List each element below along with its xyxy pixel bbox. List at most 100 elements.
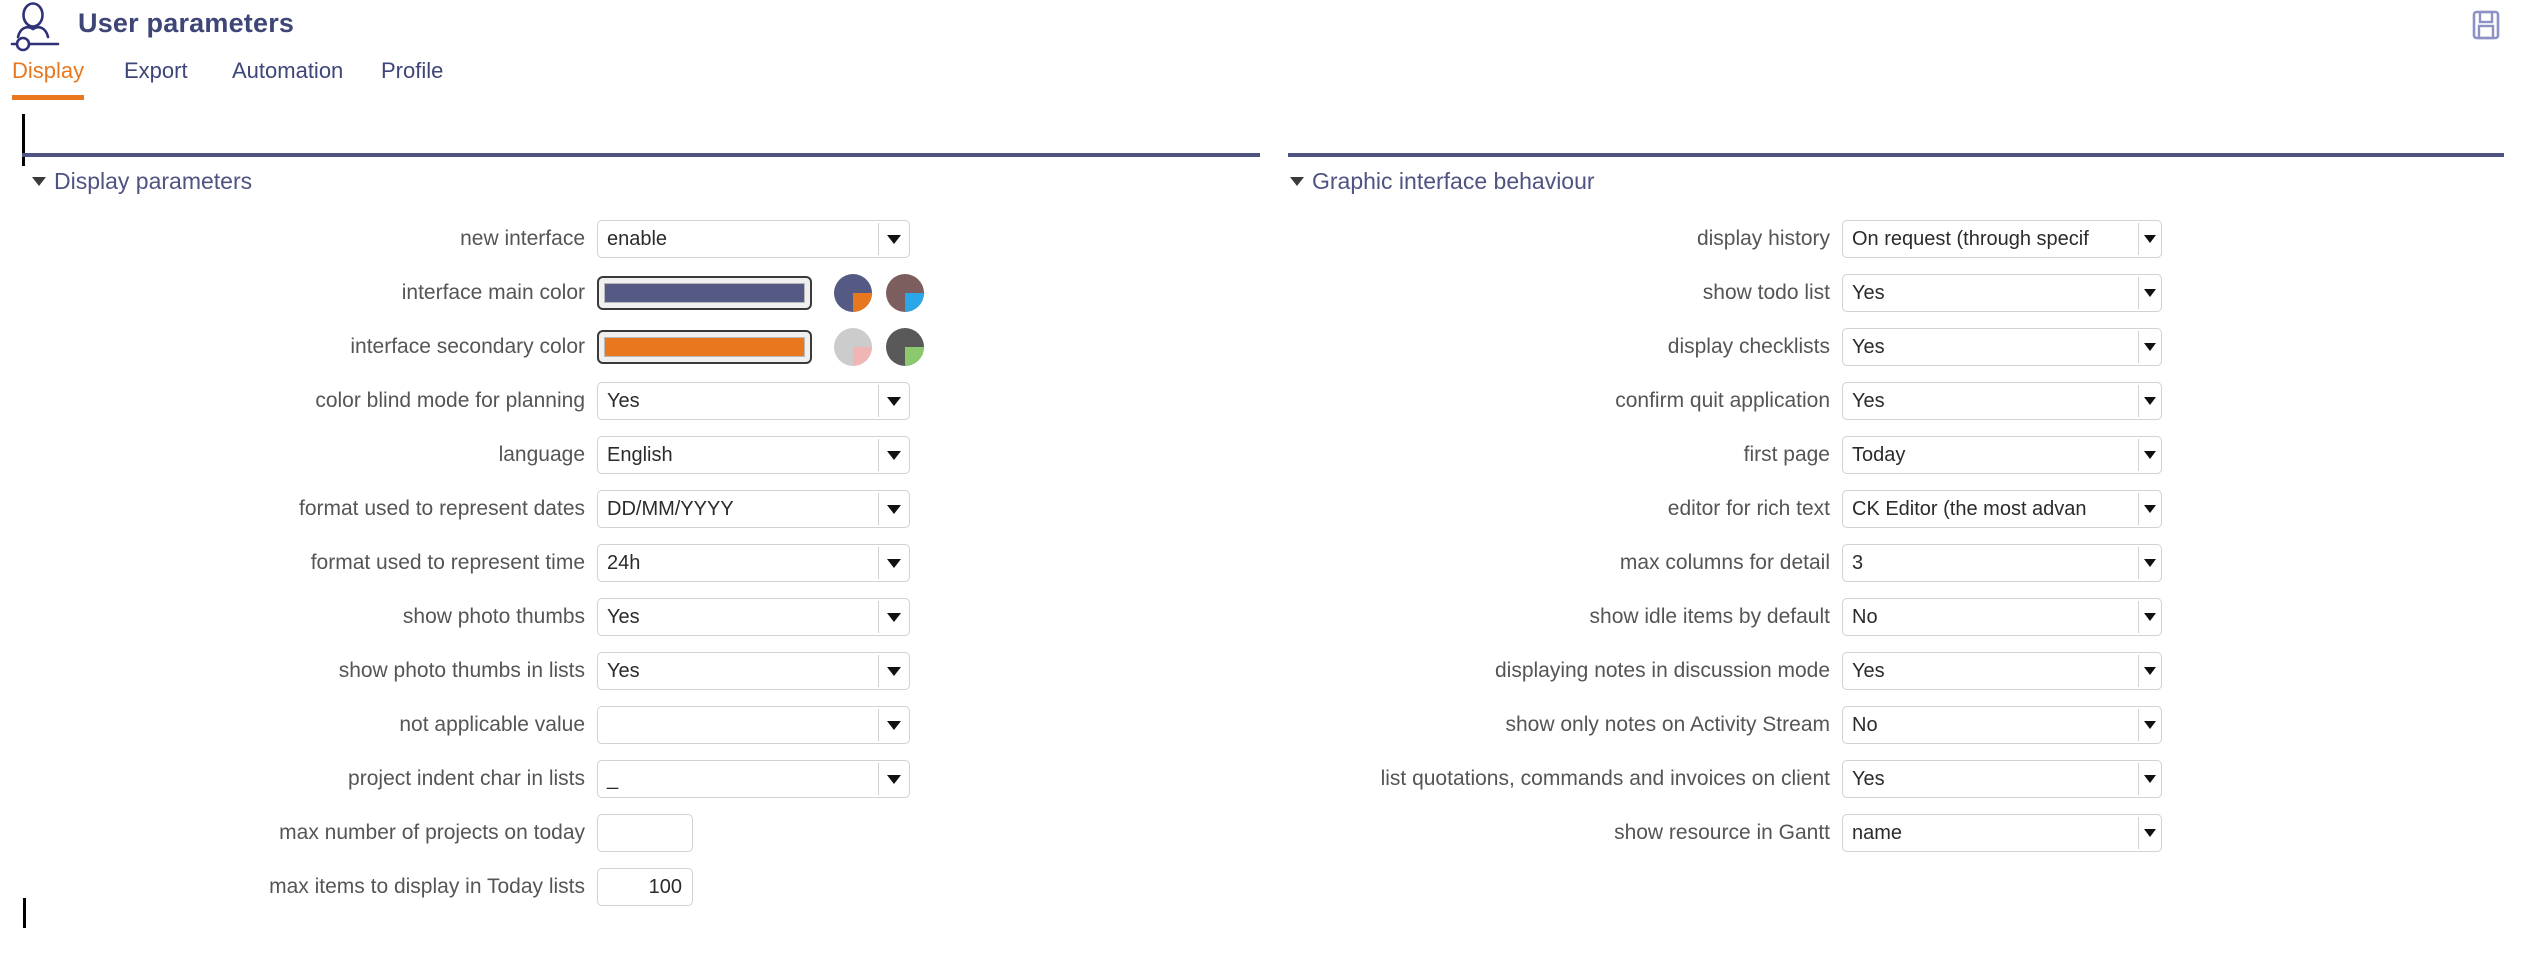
color-preset-grey-pink[interactable] xyxy=(834,328,872,366)
chevron-down-icon[interactable] xyxy=(2139,235,2161,243)
select-max-columns-for-detail[interactable]: 3 xyxy=(1842,544,2162,582)
color-presets-row-1 xyxy=(834,274,924,312)
select-show-resource-in-gantt[interactable]: name xyxy=(1842,814,2162,852)
select-value: Yes xyxy=(1843,390,2138,413)
chevron-down-icon[interactable] xyxy=(879,775,909,784)
select-notes-discussion-mode[interactable]: Yes xyxy=(1842,652,2162,690)
chevron-down-icon[interactable] xyxy=(2139,397,2161,405)
chevron-down-icon[interactable] xyxy=(879,721,909,730)
select-show-todo-list[interactable]: Yes xyxy=(1842,274,2162,312)
chevron-down-icon[interactable] xyxy=(2139,829,2161,837)
color-input-main[interactable] xyxy=(597,276,812,310)
chevron-down-icon[interactable] xyxy=(879,613,909,622)
input-max-items-today-lists[interactable]: 100 xyxy=(597,868,693,906)
form-row-only-notes-activity-stream: show only notes on Activity Stream No xyxy=(1260,698,2526,752)
row-label: max columns for detail xyxy=(1260,551,1840,575)
preset-accent xyxy=(905,293,924,312)
select-value: 3 xyxy=(1843,552,2138,575)
row-label: show photo thumbs in lists xyxy=(0,659,595,683)
tab-export[interactable]: Export xyxy=(124,58,188,94)
chevron-down-icon[interactable] xyxy=(2139,775,2161,783)
color-preset-purple-orange[interactable] xyxy=(834,274,872,312)
chevron-down-icon[interactable] xyxy=(2139,559,2161,567)
select-value: CK Editor (the most advan xyxy=(1843,498,2138,521)
floppy-save-icon[interactable] xyxy=(2466,6,2506,46)
color-preset-dark-green[interactable] xyxy=(886,328,924,366)
select-show-photo-thumbs-in-lists[interactable]: Yes xyxy=(597,652,910,690)
settings-tabbar: Display Export Automation Profile xyxy=(0,58,2526,98)
chevron-down-icon[interactable] xyxy=(879,451,909,460)
select-time-format[interactable]: 24h xyxy=(597,544,910,582)
form-row-color-blind-mode: color blind mode for planning Yes xyxy=(0,374,1260,428)
row-label: list quotations, commands and invoices o… xyxy=(1260,767,1840,791)
chevron-down-icon[interactable] xyxy=(2139,613,2161,621)
chevron-down-icon[interactable] xyxy=(2139,451,2161,459)
select-editor-for-rich-text[interactable]: CK Editor (the most advan xyxy=(1842,490,2162,528)
select-display-history[interactable]: On request (through specif xyxy=(1842,220,2162,258)
chevron-down-icon[interactable] xyxy=(879,235,909,244)
chevron-down-icon[interactable] xyxy=(2139,505,2161,513)
form-row-language: language English xyxy=(0,428,1260,482)
chevron-down-icon[interactable] xyxy=(879,667,909,676)
right-column-divider xyxy=(1288,153,2504,157)
chevron-down-icon[interactable] xyxy=(2139,343,2161,351)
row-label: show resource in Gantt xyxy=(1260,821,1840,845)
chevron-down-icon[interactable] xyxy=(2139,667,2161,675)
select-only-notes-activity-stream[interactable]: No xyxy=(1842,706,2162,744)
tab-profile[interactable]: Profile xyxy=(381,58,443,94)
select-value: 24h xyxy=(598,552,878,575)
tab-automation[interactable]: Automation xyxy=(232,58,343,94)
form-row-max-columns-for-detail: max columns for detail 3 xyxy=(1260,536,2526,590)
color-preset-brown-blue[interactable] xyxy=(886,274,924,312)
form-row-display-history: display history On request (through spec… xyxy=(1260,212,2526,266)
section-header-display-parameters[interactable]: Display parameters xyxy=(32,168,252,195)
select-not-applicable-value[interactable] xyxy=(597,706,910,744)
select-show-idle-items[interactable]: No xyxy=(1842,598,2162,636)
select-display-checklists[interactable]: Yes xyxy=(1842,328,2162,366)
row-label: first page xyxy=(1260,443,1840,467)
section-header-graphic-interface-behaviour[interactable]: Graphic interface behaviour xyxy=(1290,168,1595,195)
graphic-interface-behaviour-form: display history On request (through spec… xyxy=(1260,212,2526,860)
select-value: On request (through specif xyxy=(1843,228,2138,251)
chevron-down-icon[interactable] xyxy=(2139,721,2161,729)
select-date-format[interactable]: DD/MM/YYYY xyxy=(597,490,910,528)
form-row-date-format: format used to represent dates DD/MM/YYY… xyxy=(0,482,1260,536)
select-language[interactable]: English xyxy=(597,436,910,474)
user-parameters-page: User parameters Display Export Automatio… xyxy=(0,0,2526,977)
chevron-down-icon[interactable] xyxy=(2139,289,2161,297)
color-input-secondary[interactable] xyxy=(597,330,812,364)
select-confirm-quit-application[interactable]: Yes xyxy=(1842,382,2162,420)
chevron-down-icon[interactable] xyxy=(879,397,909,406)
select-new-interface[interactable]: enable xyxy=(597,220,910,258)
input-max-projects-on-today[interactable] xyxy=(597,814,693,852)
page-title: User parameters xyxy=(78,8,294,39)
form-row-first-page: first page Today xyxy=(1260,428,2526,482)
form-row-max-items-today-lists: max items to display in Today lists 100 xyxy=(0,860,1260,914)
row-label: language xyxy=(0,443,595,467)
page-header: User parameters xyxy=(0,0,2526,62)
row-label: format used to represent dates xyxy=(0,497,595,521)
form-row-list-quotations-commands-invoices: list quotations, commands and invoices o… xyxy=(1260,752,2526,806)
select-list-quotations-commands-invoices[interactable]: Yes xyxy=(1842,760,2162,798)
select-project-indent-char[interactable]: _ xyxy=(597,760,910,798)
row-label: show photo thumbs xyxy=(0,605,595,629)
select-value: Today xyxy=(1843,444,2138,467)
chevron-down-icon[interactable] xyxy=(879,505,909,514)
row-label: show todo list xyxy=(1260,281,1840,305)
select-value: Yes xyxy=(1843,282,2138,305)
select-value: enable xyxy=(598,228,878,251)
select-value: No xyxy=(1843,714,2138,737)
form-row-new-interface: new interface enable xyxy=(0,212,1260,266)
select-first-page[interactable]: Today xyxy=(1842,436,2162,474)
select-color-blind-mode[interactable]: Yes xyxy=(597,382,910,420)
preset-accent xyxy=(853,347,872,366)
tab-display[interactable]: Display xyxy=(12,58,84,94)
display-parameters-form: new interface enable interface main colo… xyxy=(0,212,1260,914)
preset-accent xyxy=(853,293,872,312)
chevron-down-icon[interactable] xyxy=(879,559,909,568)
select-show-photo-thumbs[interactable]: Yes xyxy=(597,598,910,636)
select-value: Yes xyxy=(1843,336,2138,359)
form-row-editor-for-rich-text: editor for rich text CK Editor (the most… xyxy=(1260,482,2526,536)
select-value: name xyxy=(1843,822,2138,845)
form-row-confirm-quit-application: confirm quit application Yes xyxy=(1260,374,2526,428)
